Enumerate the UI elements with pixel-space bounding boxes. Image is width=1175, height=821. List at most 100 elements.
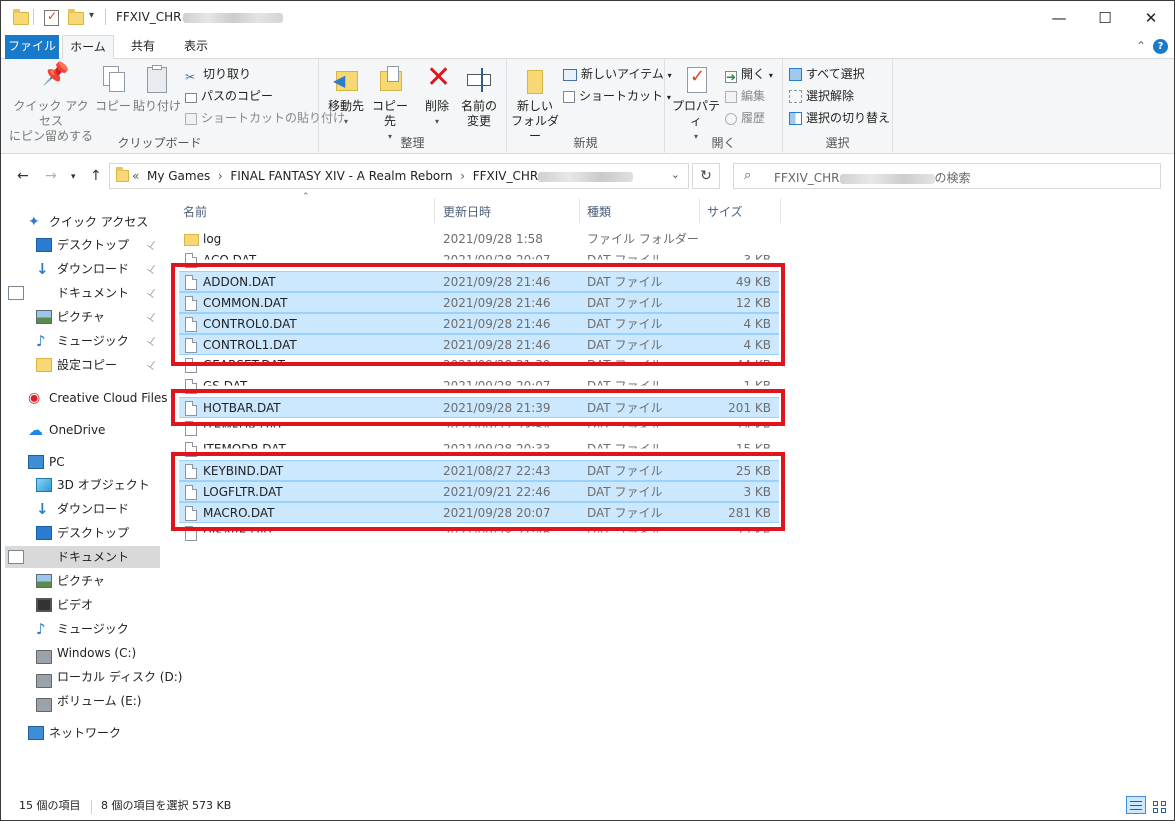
move-to-button[interactable]: ◀ 移動先 ▾ xyxy=(323,65,369,129)
pin-icon: 📌 xyxy=(42,62,70,87)
group-select: すべて選択 選択解除 選択の切り替え 選択 xyxy=(783,59,893,154)
breadcrumb-my-games[interactable]: My Games xyxy=(147,169,210,183)
file-row[interactable]: log 2021/09/28 1:58 ファイル フォルダー xyxy=(179,229,779,250)
nav-item[interactable]: 設定コピー ⊥ xyxy=(5,354,160,376)
invert-selection-button[interactable]: 選択の切り替え xyxy=(789,109,890,127)
column-header-size[interactable]: サイズ xyxy=(707,201,743,223)
drive-icon xyxy=(36,698,52,712)
tab-file[interactable]: ファイル xyxy=(5,35,59,59)
pinned-icon[interactable]: ⊥ xyxy=(142,281,162,305)
help-icon[interactable]: ? xyxy=(1153,39,1168,54)
pinned-icon[interactable]: ⊥ xyxy=(142,329,162,353)
pinned-icon[interactable]: ⊥ xyxy=(142,353,162,377)
tab-share[interactable]: 共有 xyxy=(119,35,167,59)
nav-item[interactable]: ♪ ミュージック xyxy=(5,618,160,640)
column-header-date[interactable]: 更新日時 xyxy=(443,201,491,223)
select-all-button[interactable]: すべて選択 xyxy=(789,65,865,83)
column-header-type[interactable]: 種類 xyxy=(587,201,611,223)
pin-quick-access-button[interactable]: 📌 クイック アクセス にピン留めする xyxy=(9,62,93,144)
details-view-button[interactable] xyxy=(1126,796,1146,814)
search-input[interactable]: ⌕ FFXIV_CHR の検索 xyxy=(733,163,1161,189)
nav-item-label: ドキュメント xyxy=(57,286,130,300)
breadcrumb-ffxiv-chr[interactable]: FFXIV_CHR xyxy=(473,169,539,183)
item-count: 15 個の項目 xyxy=(19,799,81,812)
properties-button[interactable]: ✓ プロパティ ▾ xyxy=(669,65,723,144)
nav-item[interactable]: ドキュメント xyxy=(5,546,160,568)
breadcrumb-redacted xyxy=(538,171,634,182)
nav-item[interactable]: ネットワーク xyxy=(5,722,160,744)
new-folder-quick-icon[interactable] xyxy=(68,9,84,25)
delete-button[interactable]: ✕ 削除 ▾ xyxy=(419,63,455,129)
new-item-icon xyxy=(563,69,577,81)
nav-item-label: クイック アクセス xyxy=(49,215,149,229)
open-button[interactable]: ➜ 開く ▾ xyxy=(725,65,773,83)
nav-item[interactable]: デスクトップ ⊥ xyxy=(5,234,160,256)
music-icon: ♪ xyxy=(36,620,46,638)
forward-arrow-icon[interactable]: → xyxy=(45,168,57,184)
nav-item[interactable]: ☁ OneDrive xyxy=(5,419,160,441)
pinned-icon[interactable]: ⊥ xyxy=(142,257,162,281)
nav-item[interactable]: ♪ ミュージック ⊥ xyxy=(5,330,160,352)
large-icons-view-button[interactable] xyxy=(1149,796,1169,814)
nav-item-label: デスクトップ xyxy=(57,526,130,540)
pinned-icon[interactable]: ⊥ xyxy=(142,305,162,329)
nav-item-label: ミュージック xyxy=(57,334,129,348)
folder-icon xyxy=(184,234,199,246)
breadcrumb-ffxiv[interactable]: FINAL FANTASY XIV - A Realm Reborn xyxy=(230,169,452,183)
tab-home[interactable]: ホーム xyxy=(62,35,114,59)
file-type: ファイル フォルダー xyxy=(587,232,699,246)
nav-item[interactable]: ↓ ダウンロード ⊥ xyxy=(5,258,160,280)
nav-item-label: PC xyxy=(49,455,65,469)
cut-button[interactable]: ✂ 切り取り xyxy=(185,65,251,84)
window-folder-icon xyxy=(13,9,29,25)
nav-item[interactable]: ドキュメント ⊥ xyxy=(5,282,160,304)
nav-item[interactable]: ✦ クイック アクセス xyxy=(5,211,160,233)
nav-item[interactable]: 3D オブジェクト xyxy=(5,474,160,496)
back-arrow-icon[interactable]: ← xyxy=(17,168,29,184)
up-arrow-icon[interactable]: ↑ xyxy=(90,168,102,184)
ribbon-collapse-icon[interactable]: ⌃ xyxy=(1136,39,1146,53)
copy-button[interactable]: コピー xyxy=(93,65,133,114)
desktop-icon xyxy=(36,526,52,540)
new-item-button[interactable]: 新しいアイテム ▾ xyxy=(563,65,672,83)
nav-item[interactable]: ピクチャ ⊥ xyxy=(5,306,160,328)
nav-item[interactable]: PC xyxy=(5,451,160,473)
nav-item-label: ボリューム (E:) xyxy=(57,694,142,708)
history-button[interactable]: 履歴 xyxy=(725,109,765,127)
paste-button[interactable]: 貼り付け xyxy=(133,65,181,114)
pc-icon xyxy=(28,455,44,469)
address-bar[interactable]: « My Games › FINAL FANTASY XIV - A Realm… xyxy=(109,163,689,189)
open-icon: ➜ xyxy=(725,70,737,84)
customize-toolbar-chevron-icon[interactable]: ▾ xyxy=(89,10,94,21)
nav-item[interactable]: Windows (C:) xyxy=(5,642,160,664)
select-none-button[interactable]: 選択解除 xyxy=(789,87,854,105)
nav-item[interactable]: ↓ ダウンロード xyxy=(5,498,160,520)
copy-to-button[interactable]: コピー先 ▾ xyxy=(367,65,413,144)
pinned-icon[interactable]: ⊥ xyxy=(142,233,162,257)
close-button[interactable]: ✕ xyxy=(1128,1,1174,35)
column-header-name[interactable]: 名前 xyxy=(183,201,207,223)
file-name: log xyxy=(203,232,222,246)
nav-item-label: Windows (C:) xyxy=(57,646,137,660)
nav-item[interactable]: ローカル ディスク (D:) xyxy=(5,666,182,688)
move-to-icon: ◀ xyxy=(331,65,361,95)
nav-item[interactable]: ピクチャ xyxy=(5,570,160,592)
properties-checkmark-icon[interactable]: ✓ xyxy=(44,9,59,26)
minimize-button[interactable]: — xyxy=(1036,1,1082,35)
maximize-button[interactable]: ☐ xyxy=(1082,1,1128,35)
nav-item[interactable]: デスクトップ xyxy=(5,522,160,544)
edit-button[interactable]: 編集 xyxy=(725,87,765,105)
nav-item[interactable]: ボリューム (E:) xyxy=(5,690,160,712)
copy-path-button[interactable]: パスのコピー xyxy=(185,87,273,105)
nav-item[interactable]: ビデオ xyxy=(5,594,160,616)
nav-item[interactable]: ◉ Creative Cloud Files xyxy=(5,387,168,409)
refresh-button[interactable]: ↻ xyxy=(692,163,720,189)
star-icon: ✦ xyxy=(28,214,40,230)
nav-item-label: ダウンロード xyxy=(57,262,130,276)
tab-view[interactable]: 表示 xyxy=(171,35,221,59)
new-folder-button[interactable]: 新しい フォルダー xyxy=(509,65,561,144)
rename-button[interactable]: 名前の 変更 xyxy=(459,65,499,129)
address-dropdown-chevron-icon[interactable]: ⌄ xyxy=(671,168,680,181)
recent-locations-chevron-icon[interactable]: ▾ xyxy=(71,172,76,182)
shortcut-button[interactable]: ショートカット ▾ xyxy=(563,87,671,105)
